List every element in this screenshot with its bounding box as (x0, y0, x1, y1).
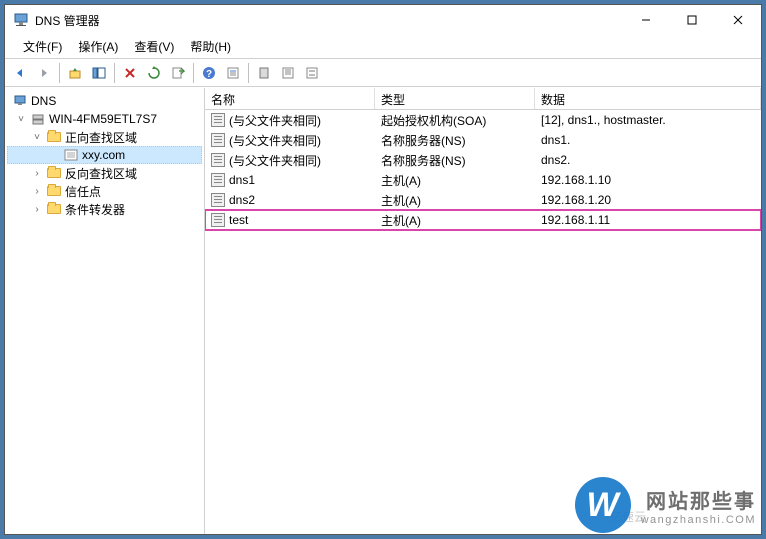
toolbar-separator (193, 63, 194, 83)
list-header: 名称 类型 数据 (205, 88, 761, 110)
tree-forward-zones[interactable]: ˅ 正向查找区域 (7, 128, 202, 146)
record-icon (211, 193, 225, 207)
folder-icon (46, 183, 62, 199)
cell-data: dns1. (535, 133, 761, 147)
tree-server[interactable]: ˅ WIN-4FM59ETL7S7 (7, 110, 202, 128)
show-hide-tree-button[interactable] (88, 62, 110, 84)
refresh-button[interactable] (143, 62, 165, 84)
cell-name: dns1 (205, 173, 375, 187)
dns-app-icon (13, 12, 29, 28)
cell-name: test (205, 213, 375, 227)
cell-name: (与父文件夹相同) (205, 152, 375, 169)
column-type[interactable]: 类型 (375, 88, 535, 109)
column-name[interactable]: 名称 (205, 88, 375, 109)
up-button[interactable] (64, 62, 86, 84)
menu-view[interactable]: 查看(V) (126, 36, 182, 57)
expand-icon[interactable]: › (31, 204, 43, 215)
filter-button[interactable] (253, 62, 275, 84)
record-icon (211, 173, 225, 187)
record-row[interactable]: dns1主机(A)192.168.1.10 (205, 170, 761, 190)
toolbar-separator (114, 63, 115, 83)
record-icon (211, 213, 225, 227)
properties-button[interactable] (222, 62, 244, 84)
cell-data: [12], dns1., hostmaster. (535, 113, 761, 127)
record-icon (211, 133, 225, 147)
record-row[interactable]: (与父文件夹相同)名称服务器(NS)dns1. (205, 130, 761, 150)
record-row[interactable]: dns2主机(A)192.168.1.20 (205, 190, 761, 210)
record-icon (211, 113, 225, 127)
window-controls (623, 5, 761, 35)
tree-label: 信任点 (65, 183, 101, 200)
tree-label: DNS (31, 94, 56, 108)
record-row[interactable]: (与父文件夹相同)名称服务器(NS)dns2. (205, 150, 761, 170)
tree-label: xxy.com (82, 148, 125, 162)
zone-icon (63, 147, 79, 163)
cell-type: 主机(A) (375, 212, 535, 229)
expand-icon[interactable]: › (31, 168, 43, 179)
server-icon (30, 111, 46, 127)
collapse-icon[interactable]: ˅ (31, 132, 43, 143)
folder-icon (46, 129, 62, 145)
cell-type: 名称服务器(NS) (375, 152, 535, 169)
record-row[interactable]: (与父文件夹相同)起始授权机构(SOA)[12], dns1., hostmas… (205, 110, 761, 130)
list-pane: 名称 类型 数据 (与父文件夹相同)起始授权机构(SOA)[12], dns1.… (205, 88, 761, 534)
cell-name: dns2 (205, 193, 375, 207)
record-icon (211, 153, 225, 167)
back-button[interactable] (9, 62, 31, 84)
toolbar-separator (248, 63, 249, 83)
tree-label: WIN-4FM59ETL7S7 (49, 112, 157, 126)
content-area: DNS ˅ WIN-4FM59ETL7S7 ˅ 正向查找区域 xxy.com ›… (5, 87, 761, 534)
close-button[interactable] (715, 5, 761, 35)
folder-icon (46, 201, 62, 217)
help-button[interactable]: ? (198, 62, 220, 84)
delete-button[interactable] (119, 62, 141, 84)
list-body[interactable]: (与父文件夹相同)起始授权机构(SOA)[12], dns1., hostmas… (205, 110, 761, 534)
new-zone-button[interactable] (301, 62, 323, 84)
cell-data: 192.168.1.10 (535, 173, 761, 187)
tree-conditional-forwarders[interactable]: › 条件转发器 (7, 200, 202, 218)
tree-label: 条件转发器 (65, 201, 125, 218)
menu-action[interactable]: 操作(A) (70, 36, 126, 57)
menubar: 文件(F) 操作(A) 查看(V) 帮助(H) (5, 35, 761, 59)
cell-name: (与父文件夹相同) (205, 132, 375, 149)
minimize-button[interactable] (623, 5, 669, 35)
tree-label: 反向查找区域 (65, 165, 137, 182)
dns-icon (12, 93, 28, 109)
export-button[interactable] (167, 62, 189, 84)
cell-type: 主机(A) (375, 172, 535, 189)
menu-help[interactable]: 帮助(H) (182, 36, 239, 57)
svg-text:?: ? (206, 69, 212, 80)
cell-type: 主机(A) (375, 192, 535, 209)
folder-icon (46, 165, 62, 181)
forward-button[interactable] (33, 62, 55, 84)
tree-root-dns[interactable]: DNS (7, 92, 202, 110)
tree-zone-xxy[interactable]: xxy.com (7, 146, 202, 164)
toolbar-separator (59, 63, 60, 83)
cell-type: 名称服务器(NS) (375, 132, 535, 149)
cell-type: 起始授权机构(SOA) (375, 112, 535, 129)
tree-label: 正向查找区域 (65, 129, 137, 146)
titlebar: DNS 管理器 (5, 5, 761, 35)
tree-trust-points[interactable]: › 信任点 (7, 182, 202, 200)
record-row[interactable]: test主机(A)192.168.1.11 (205, 210, 761, 230)
collapse-icon[interactable]: ˅ (15, 114, 27, 125)
toolbar: ? (5, 59, 761, 87)
new-record-button[interactable] (277, 62, 299, 84)
dns-manager-window: DNS 管理器 文件(F) 操作(A) 查看(V) 帮助(H) ? (4, 4, 762, 535)
window-title: DNS 管理器 (35, 12, 623, 29)
cell-data: dns2. (535, 153, 761, 167)
expand-icon[interactable]: › (31, 186, 43, 197)
column-data[interactable]: 数据 (535, 88, 761, 109)
cell-data: 192.168.1.11 (535, 213, 761, 227)
tree-pane[interactable]: DNS ˅ WIN-4FM59ETL7S7 ˅ 正向查找区域 xxy.com ›… (5, 88, 205, 534)
cell-data: 192.168.1.20 (535, 193, 761, 207)
menu-file[interactable]: 文件(F) (15, 36, 70, 57)
cell-name: (与父文件夹相同) (205, 112, 375, 129)
maximize-button[interactable] (669, 5, 715, 35)
tree-reverse-zones[interactable]: › 反向查找区域 (7, 164, 202, 182)
